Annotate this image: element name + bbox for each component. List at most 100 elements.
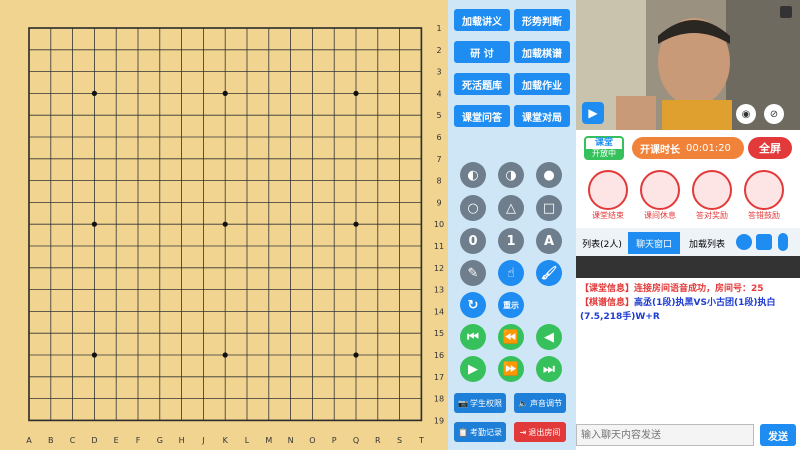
row-label: 18 xyxy=(434,395,444,404)
forward-fast-icon[interactable]: ⏩ xyxy=(498,356,524,382)
fullscreen-button[interactable]: 全屏 xyxy=(748,137,792,159)
black-stone-icon[interactable]: ● xyxy=(536,162,562,188)
number-one-icon[interactable]: 1 xyxy=(498,228,524,254)
number-zero-icon[interactable]: 0 xyxy=(460,228,486,254)
row-label: 9 xyxy=(436,198,441,207)
back-fast-icon[interactable]: ⏪ xyxy=(498,324,524,350)
star-point xyxy=(91,90,97,96)
column-label: A xyxy=(26,436,32,445)
snapshot-icon[interactable]: ◉ xyxy=(736,104,756,124)
student-permission-button[interactable]: 📷 学生权限 xyxy=(454,393,506,413)
row-label: 15 xyxy=(434,329,444,338)
chat-input-bar: 发送 xyxy=(576,420,800,450)
board-grid[interactable]: A B C D E F G H J K L M N O P Q R S T123456789101112131415… xyxy=(0,0,448,450)
chat-messages: 【课堂信息】连接房间语音成功，房间号：25 【棋谱信息】高丞(1段)执黑VS小古… xyxy=(576,278,800,420)
tab-chat[interactable]: 聊天窗口 xyxy=(628,232,680,254)
load-homework-button[interactable]: 加载作业 xyxy=(514,73,570,95)
row-label: 8 xyxy=(436,177,441,186)
column-label: S xyxy=(397,436,402,445)
half-black-icon[interactable]: ◐ xyxy=(460,162,486,188)
chat-message: 【课堂信息】连接房间语音成功，房间号：25 xyxy=(580,284,764,294)
half-white-icon[interactable]: ◑ xyxy=(498,162,524,188)
row-label: 19 xyxy=(434,416,444,425)
exit-icon: ⇥ xyxy=(519,427,527,437)
row-label: 17 xyxy=(434,373,444,382)
row-label: 2 xyxy=(436,46,441,55)
send-button[interactable]: 发送 xyxy=(760,424,796,446)
square-mark-icon[interactable]: □ xyxy=(536,195,562,221)
chat-bubble-icon[interactable] xyxy=(756,234,772,250)
attendance-record-button[interactable]: 📋 考勤记录 xyxy=(454,422,506,442)
tab-member-list[interactable]: 列表(2人) xyxy=(578,232,626,254)
star-point xyxy=(353,90,359,96)
letter-a-icon[interactable]: A xyxy=(536,228,562,254)
row-label: 5 xyxy=(436,111,441,120)
camera-off-icon[interactable]: ⊘ xyxy=(764,104,784,124)
row-label: 16 xyxy=(434,351,444,360)
column-label: G xyxy=(157,436,163,445)
row-label: 13 xyxy=(434,286,444,295)
column-label: N xyxy=(288,436,294,445)
reward-gift-icon[interactable] xyxy=(692,170,732,210)
situation-judge-button[interactable]: 形势判断 xyxy=(514,9,570,31)
class-badge: 课堂 开放中 xyxy=(584,136,624,160)
replay-button[interactable]: 重示 xyxy=(498,292,524,318)
class-timer: 开课时长 00:01:20 xyxy=(632,137,744,159)
chat-message: 【棋谱信息】高丞(1段)执黑VS小古团(1段)执白(7.5,218手)W+R xyxy=(580,298,776,322)
class-qa-button[interactable]: 课堂问答 xyxy=(454,105,510,127)
column-label: T xyxy=(418,436,424,445)
star-point xyxy=(222,90,228,96)
star-point xyxy=(91,352,97,358)
discuss-button[interactable]: 研 讨 xyxy=(454,41,510,63)
encourage-gear-icon[interactable] xyxy=(744,170,784,210)
exit-room-button[interactable]: ⇥ 退出房间 xyxy=(514,422,566,442)
pointer-hand-icon[interactable]: ☝ xyxy=(498,260,524,286)
go-board[interactable]: A B C D E F G H J K L M N O P Q R S T 1 2 3 4 5 6 7 8 9 10 11 12 13 14 15… xyxy=(0,0,448,450)
tab-load-list[interactable]: 加载列表 xyxy=(682,232,732,254)
column-label: H xyxy=(179,436,185,445)
microphone-icon[interactable] xyxy=(778,233,788,251)
record-icon: 📋 xyxy=(458,427,468,437)
pen-icon[interactable]: ✎ xyxy=(460,260,486,286)
camera-icon: 📷 xyxy=(458,398,468,408)
first-move-icon[interactable]: ⏮ xyxy=(460,324,486,350)
brush-icon[interactable]: 🖌 xyxy=(536,260,562,286)
column-label: O xyxy=(309,436,315,445)
class-status-area: 课堂 开放中 开课时长 00:01:20 全屏 课堂结束 课间休息 答对奖励 答… xyxy=(576,130,800,228)
triangle-mark-icon[interactable]: △ xyxy=(498,195,524,221)
last-move-icon[interactable]: ⏭ xyxy=(536,356,562,382)
column-label: J xyxy=(201,436,204,445)
row-label: 3 xyxy=(436,68,441,77)
break-icon[interactable] xyxy=(640,170,680,210)
column-label: R xyxy=(375,436,381,445)
row-label: 12 xyxy=(434,264,444,273)
life-death-bank-button[interactable]: 死活题库 xyxy=(454,73,510,95)
load-game-record-button[interactable]: 加载棋谱 xyxy=(514,41,570,63)
white-stone-icon[interactable]: ○ xyxy=(460,195,486,221)
right-panel: ▶ ◉ ⊘ 课堂 开放中 开课时长 00:01:20 全屏 课堂结束 课间休息 … xyxy=(576,0,800,450)
star-point xyxy=(222,221,228,227)
video-camera-icon[interactable]: ▶ xyxy=(582,102,604,124)
menu-icon[interactable] xyxy=(780,6,792,18)
row-label: 4 xyxy=(436,89,441,98)
class-game-button[interactable]: 课堂对局 xyxy=(514,105,570,127)
video-icon[interactable] xyxy=(736,234,752,250)
back-step-icon[interactable]: ◀ xyxy=(536,324,562,350)
column-label: C xyxy=(70,436,76,445)
control-panel: 加载讲义 形势判断 研 讨 加载棋谱 死活题库 加载作业 课堂问答 课堂对局 ◐… xyxy=(448,0,576,450)
load-lecture-button[interactable]: 加载讲义 xyxy=(454,9,510,31)
star-point xyxy=(91,221,97,227)
chat-input[interactable] xyxy=(576,424,754,446)
star-point xyxy=(222,352,228,358)
volume-adjust-button[interactable]: 🔈 声音调节 xyxy=(514,393,566,413)
refresh-icon[interactable]: ↻ xyxy=(460,292,486,318)
forward-step-icon[interactable]: ▶ xyxy=(460,356,486,382)
column-label: P xyxy=(332,436,337,445)
row-label: 1 xyxy=(436,24,441,33)
column-label: Q xyxy=(353,436,359,445)
star-point xyxy=(353,221,359,227)
end-class-icon[interactable] xyxy=(588,170,628,210)
column-label: K xyxy=(223,436,229,445)
tab-bar: 列表(2人) 聊天窗口 加载列表 xyxy=(576,228,800,256)
row-label: 6 xyxy=(436,133,441,142)
